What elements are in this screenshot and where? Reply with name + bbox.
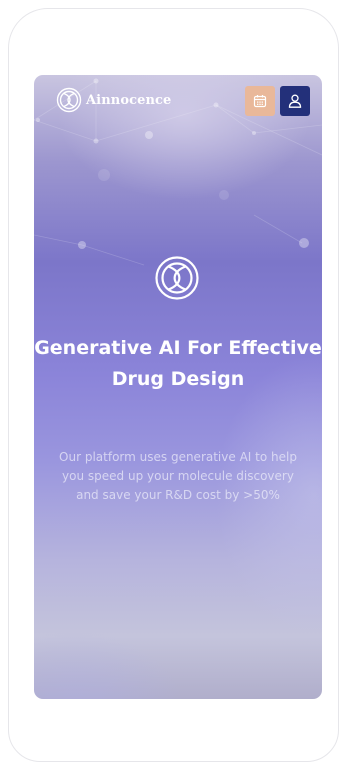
ainnocence-logo-icon xyxy=(56,87,82,113)
user-icon xyxy=(288,94,302,108)
ainnocence-emblem-icon xyxy=(155,256,199,300)
hero-section: Ainnocence Generative AI For Effective D… xyxy=(34,75,322,699)
calendar-button[interactable] xyxy=(245,86,275,116)
user-button[interactable] xyxy=(280,86,310,116)
brand-name: Ainnocence xyxy=(86,92,172,108)
brand-logo[interactable]: Ainnocence xyxy=(56,87,171,113)
hero-description: Our platform uses generative AI to help … xyxy=(59,450,297,502)
hero-title: Generative AI For Effective Drug Design xyxy=(34,337,322,390)
calendar-icon xyxy=(253,95,267,108)
